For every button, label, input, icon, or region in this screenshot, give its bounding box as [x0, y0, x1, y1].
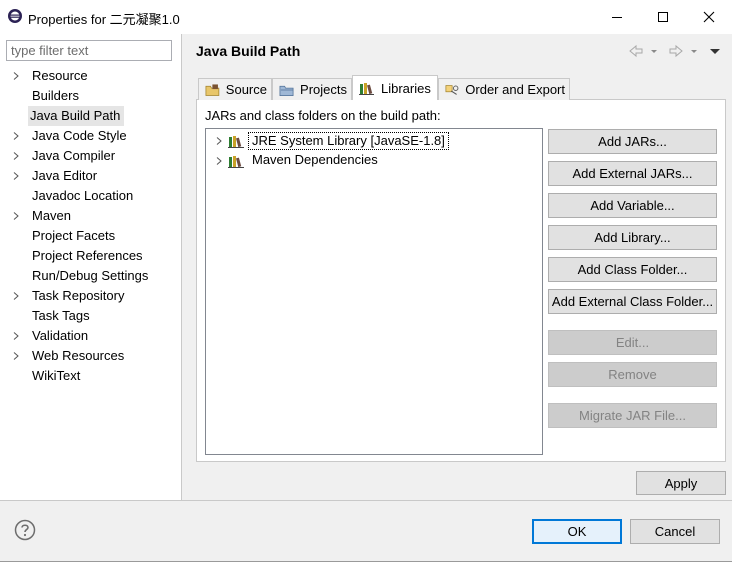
nav-item-label: Project Facets — [32, 228, 116, 243]
tab-label: Order and Export — [465, 82, 565, 97]
nav-item-java-compiler[interactable]: Java Compiler — [0, 146, 182, 166]
tab-libraries[interactable]: Libraries — [352, 75, 438, 100]
help-icon[interactable] — [14, 519, 36, 541]
nav-item-javadoc-location[interactable]: Javadoc Location — [0, 186, 182, 206]
nav-item-label: Task Repository — [32, 288, 125, 303]
nav-item-web-resources[interactable]: Web Resources — [0, 346, 182, 366]
chevron-right-icon[interactable] — [12, 172, 20, 180]
tab-order-and-export[interactable]: Order and Export — [438, 78, 570, 100]
preference-tree: Resource Builders Java Build Path Java Code… — [0, 66, 182, 386]
nav-item-resource[interactable]: Resource — [0, 66, 182, 86]
library-icon — [228, 156, 244, 168]
window-title: Properties for 二元凝聚1.0 — [28, 12, 180, 27]
chevron-right-icon[interactable] — [12, 152, 20, 160]
minimize-icon — [612, 17, 622, 18]
ok-button[interactable]: OK — [532, 519, 622, 544]
nav-item-project-facets[interactable]: Project Facets — [0, 226, 182, 246]
nav-item-label: WikiText — [32, 368, 81, 383]
chevron-right-icon[interactable] — [12, 132, 20, 140]
source-folder-icon — [205, 83, 220, 96]
nav-item-validation[interactable]: Validation — [0, 326, 182, 346]
edit-button[interactable]: Edit... — [548, 330, 717, 355]
nav-item-label: Javadoc Location — [32, 188, 134, 203]
navigation-pane: Resource Builders Java Build Path Java Code… — [0, 34, 182, 501]
library-tree[interactable]: JRE System Library [JavaSE-1.8] Maven De… — [205, 128, 543, 455]
nav-item-label: Run/Debug Settings — [32, 268, 149, 283]
tab-label: Libraries — [381, 80, 431, 96]
apply-button[interactable]: Apply — [636, 471, 726, 495]
remove-button[interactable]: Remove — [548, 362, 717, 387]
footer-separator — [0, 500, 732, 501]
nav-item-label: Java Code Style — [32, 128, 127, 143]
projects-folder-icon — [279, 85, 294, 96]
nav-item-label: Resource — [32, 68, 88, 83]
add-external-jars-button[interactable]: Add External JARs... — [548, 161, 717, 186]
library-label: Maven Dependencies — [252, 152, 378, 167]
library-icon — [228, 136, 244, 148]
chevron-right-icon[interactable] — [215, 157, 223, 165]
add-library-button[interactable]: Add Library... — [548, 225, 717, 250]
chevron-right-icon[interactable] — [12, 332, 20, 340]
nav-item-maven[interactable]: Maven — [0, 206, 182, 226]
nav-item-java-build-path[interactable]: Java Build Path — [0, 106, 182, 126]
maximize-icon — [658, 12, 668, 22]
close-button[interactable] — [686, 0, 732, 34]
nav-item-run-debug-settings[interactable]: Run/Debug Settings — [0, 266, 182, 286]
nav-item-label: Builders — [32, 88, 79, 103]
add-variable-button[interactable]: Add Variable... — [548, 193, 717, 218]
tab-label: Source — [225, 82, 267, 97]
nav-item-label: Java Editor — [32, 168, 98, 183]
chevron-right-icon[interactable] — [215, 137, 223, 145]
filter-input[interactable] — [6, 40, 172, 61]
library-entry-maven[interactable]: Maven Dependencies — [206, 151, 542, 171]
nav-item-java-code-style[interactable]: Java Code Style — [0, 126, 182, 146]
add-jars-button[interactable]: Add JARs... — [548, 129, 717, 154]
chevron-right-icon[interactable] — [12, 212, 20, 220]
tab-label: Projects — [300, 82, 347, 97]
page-title: Java Build Path — [196, 43, 301, 59]
chevron-right-icon[interactable] — [12, 352, 20, 360]
nav-item-label: Java Compiler — [32, 148, 116, 163]
tab-projects[interactable]: Projects — [272, 78, 352, 100]
nav-item-label: Maven — [32, 208, 72, 223]
migrate-jar-button[interactable]: Migrate JAR File... — [548, 403, 717, 428]
nav-item-label: Java Build Path — [28, 106, 125, 126]
nav-item-label: Validation — [32, 328, 89, 343]
chevron-right-icon[interactable] — [12, 292, 20, 300]
nav-item-task-tags[interactable]: Task Tags — [0, 306, 182, 326]
nav-item-label: Task Tags — [32, 308, 90, 323]
eclipse-app-icon — [8, 9, 22, 23]
minimize-button[interactable] — [594, 0, 640, 34]
maximize-button[interactable] — [640, 0, 686, 34]
nav-item-project-references[interactable]: Project References — [0, 246, 182, 266]
close-icon — [703, 11, 715, 23]
forward-history-icon[interactable] — [668, 43, 700, 59]
libraries-icon — [359, 83, 374, 95]
order-export-icon — [445, 84, 459, 95]
add-class-folder-button[interactable]: Add Class Folder... — [548, 257, 717, 282]
library-label: JRE System Library [JavaSE-1.8] — [248, 132, 449, 150]
tab-source[interactable]: Source — [198, 78, 272, 100]
library-entry-jre[interactable]: JRE System Library [JavaSE-1.8] — [206, 131, 542, 151]
add-external-class-folder-button[interactable]: Add External Class Folder... — [548, 289, 717, 314]
chevron-right-icon[interactable] — [12, 72, 20, 80]
nav-item-wikitext[interactable]: WikiText — [0, 366, 182, 386]
nav-item-task-repository[interactable]: Task Repository — [0, 286, 182, 306]
cancel-button[interactable]: Cancel — [630, 519, 720, 544]
nav-item-java-editor[interactable]: Java Editor — [0, 166, 182, 186]
build-path-label: JARs and class folders on the build path… — [205, 108, 441, 123]
nav-item-label: Project References — [32, 248, 143, 263]
nav-item-label: Web Resources — [32, 348, 125, 363]
nav-item-builders[interactable]: Builders — [0, 86, 182, 106]
view-menu-icon[interactable] — [708, 43, 722, 59]
back-history-icon[interactable] — [628, 43, 660, 59]
